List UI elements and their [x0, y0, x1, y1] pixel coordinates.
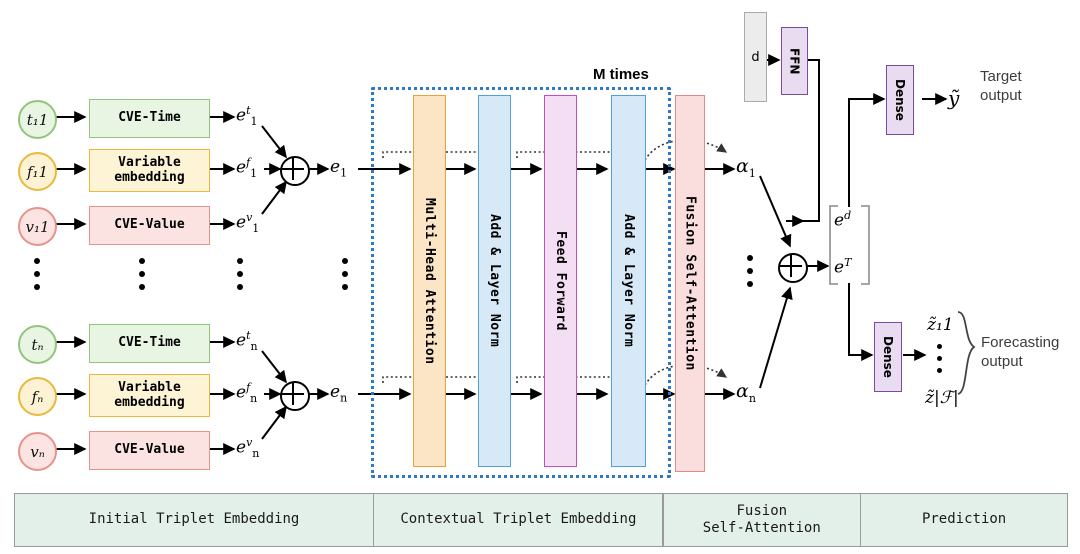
- caption-fusion-self-attention: Fusion Self-Attention: [702, 502, 821, 537]
- static-input-label: d: [751, 49, 760, 65]
- sum-operator-1: [280, 156, 310, 186]
- dense-target-block: Dense: [886, 65, 914, 135]
- fusion-self-attention-label: Fusion Self-Attention: [682, 196, 698, 371]
- forecast-output-first: z̃₁1: [927, 315, 954, 335]
- embedding-value-1: ev1: [236, 211, 260, 236]
- embedding-time-1: et1: [236, 104, 258, 129]
- dense-forecast-label: Dense: [881, 336, 895, 378]
- variable-embedding-box-n-label: Variable embedding: [114, 379, 185, 410]
- cve-time-box-n-label: CVE-Time: [118, 335, 181, 351]
- node-value-n-label: vₙ: [30, 442, 45, 461]
- cve-time-box-1: CVE-Time: [89, 99, 210, 138]
- stage-caption-bar: Initial Triplet Embedding Contextual Tri…: [14, 493, 1068, 547]
- node-value-1: v₁1: [18, 207, 57, 246]
- cve-time-box-1-label: CVE-Time: [118, 110, 181, 126]
- ffn-label: FFN: [787, 47, 802, 75]
- embedding-sum-1: e1: [330, 157, 348, 180]
- target-output-label: Target output: [980, 68, 1022, 104]
- forecast-output-label: Forecasting output: [981, 334, 1060, 370]
- sum-operator-n: [280, 381, 310, 411]
- node-time-n-label: tₙ: [31, 335, 44, 354]
- node-value-n: vₙ: [18, 432, 57, 471]
- multi-head-attention-label: Multi-Head Attention: [422, 197, 437, 365]
- node-variable-1: f₁1: [18, 152, 57, 191]
- embedding-variable-1: ef1: [236, 156, 258, 181]
- cve-value-box-n: CVE-Value: [89, 431, 210, 470]
- embedding-value-n: evn: [236, 436, 260, 461]
- feed-forward-label: Feed Forward: [553, 231, 568, 331]
- cve-time-box-n: CVE-Time: [89, 324, 210, 363]
- cve-value-box-1-label: CVE-Value: [114, 217, 185, 233]
- variable-embedding-box-1-label: Variable embedding: [114, 154, 185, 185]
- embedding-time-n: etn: [236, 329, 258, 354]
- ellipsis-attention-weights: [747, 255, 753, 287]
- ellipsis-embeddings: [237, 258, 243, 290]
- ellipsis-forecast-outputs: [937, 344, 942, 373]
- feed-forward-block: Feed Forward: [544, 95, 577, 467]
- node-variable-1-label: f₁1: [26, 162, 49, 181]
- cve-value-box-n-label: CVE-Value: [114, 442, 185, 458]
- node-variable-n: fₙ: [18, 377, 57, 416]
- node-time-1: t₁1: [18, 100, 57, 139]
- node-time-n: tₙ: [18, 325, 57, 364]
- cve-value-box-1: CVE-Value: [89, 206, 210, 245]
- forecast-output-last: z̃|ℱ|: [925, 388, 959, 408]
- node-value-1-label: v₁1: [25, 217, 50, 236]
- add-layer-norm-label-1: Add & Layer Norm: [487, 214, 502, 348]
- multi-head-attention-block: Multi-Head Attention: [413, 95, 446, 467]
- add-layer-norm-block-1: Add & Layer Norm: [478, 95, 511, 467]
- embedding-variable-n: efn: [236, 381, 258, 406]
- caption-contextual-triplet-embedding: Contextual Triplet Embedding: [400, 511, 637, 528]
- ffn-block: FFN: [781, 27, 808, 95]
- ellipsis-boxes: [139, 258, 145, 290]
- attention-weight-1: α1: [736, 155, 756, 180]
- fusion-sum-operator: [778, 253, 808, 283]
- node-time-1-label: t₁1: [26, 110, 49, 129]
- static-input-box: d: [744, 12, 767, 102]
- add-layer-norm-block-2: Add & Layer Norm: [611, 95, 646, 467]
- caption-initial-triplet-embedding: Initial Triplet Embedding: [88, 511, 300, 528]
- repeat-count-label: M times: [593, 66, 649, 83]
- target-output-symbol: ỹ: [948, 86, 960, 110]
- variable-embedding-box-1: Variable embedding: [89, 149, 210, 192]
- variable-embedding-box-n: Variable embedding: [89, 374, 210, 417]
- dense-forecast-block: Dense: [874, 322, 902, 392]
- caption-prediction: Prediction: [921, 511, 1007, 528]
- node-variable-n-label: fₙ: [31, 387, 44, 406]
- context-demographic-embedding: ed: [834, 209, 852, 231]
- ellipsis-sums: [342, 258, 348, 290]
- attention-weight-n: αn: [736, 380, 756, 405]
- architecture-diagram: t₁1 f₁1 v₁1 CVE-Time Variable embedding …: [0, 0, 1080, 554]
- ellipsis-nodes: [34, 258, 40, 290]
- add-layer-norm-label-2: Add & Layer Norm: [621, 214, 636, 348]
- context-triplet-embedding: eT: [834, 256, 852, 278]
- fusion-self-attention-block: Fusion Self-Attention: [675, 95, 705, 472]
- dense-target-label: Dense: [893, 79, 907, 121]
- embedding-sum-n: en: [330, 382, 348, 405]
